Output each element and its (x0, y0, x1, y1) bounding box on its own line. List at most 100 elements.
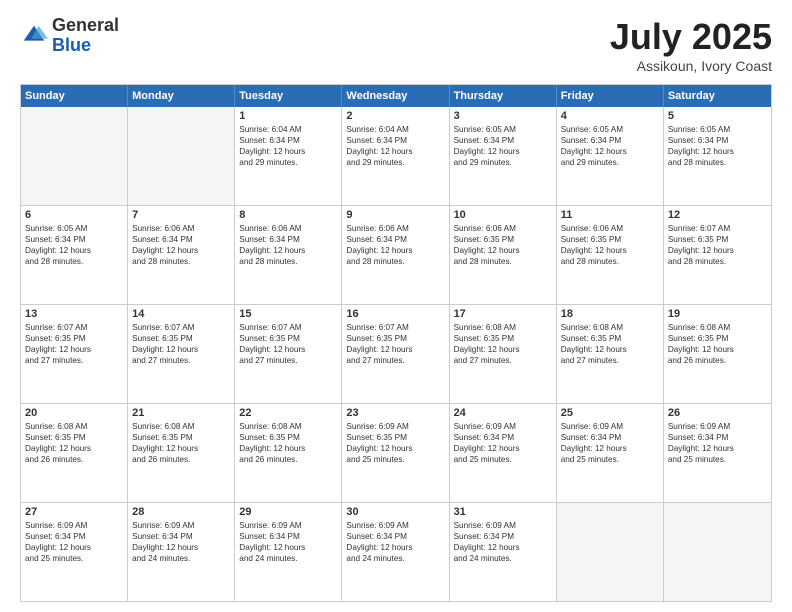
day-number: 27 (25, 506, 123, 518)
calendar-header-cell: Tuesday (235, 85, 342, 107)
day-info: Sunrise: 6:05 AM Sunset: 6:34 PM Dayligh… (668, 124, 767, 168)
calendar-day-cell: 12 Sunrise: 6:07 AM Sunset: 6:35 PM Dayli… (664, 206, 771, 304)
day-info: Sunrise: 6:06 AM Sunset: 6:34 PM Dayligh… (239, 223, 337, 267)
calendar-header-cell: Wednesday (342, 85, 449, 107)
calendar-week-row: 6 Sunrise: 6:05 AM Sunset: 6:34 PM Daylig… (21, 205, 771, 304)
day-info: Sunrise: 6:06 AM Sunset: 6:34 PM Dayligh… (132, 223, 230, 267)
header: General Blue July 2025 Assikoun, Ivory C… (20, 16, 772, 74)
calendar-header-cell: Saturday (664, 85, 771, 107)
day-number: 7 (132, 209, 230, 221)
calendar-day-cell: 28 Sunrise: 6:09 AM Sunset: 6:34 PM Dayli… (128, 503, 235, 601)
calendar-day-cell: 6 Sunrise: 6:05 AM Sunset: 6:34 PM Daylig… (21, 206, 128, 304)
calendar-day-cell: 31 Sunrise: 6:09 AM Sunset: 6:34 PM Dayli… (450, 503, 557, 601)
day-info: Sunrise: 6:06 AM Sunset: 6:35 PM Dayligh… (561, 223, 659, 267)
page: General Blue July 2025 Assikoun, Ivory C… (0, 0, 792, 612)
logo: General Blue (20, 16, 119, 56)
day-number: 16 (346, 308, 444, 320)
calendar-day-cell: 1 Sunrise: 6:04 AM Sunset: 6:34 PM Daylig… (235, 107, 342, 205)
day-info: Sunrise: 6:09 AM Sunset: 6:34 PM Dayligh… (132, 520, 230, 564)
day-number: 29 (239, 506, 337, 518)
calendar-day-cell: 13Sunrise: 6:07 AM Sunset: 6:35 PM Dayli… (21, 305, 128, 403)
calendar-day-cell (128, 107, 235, 205)
day-info: Sunrise: 6:06 AM Sunset: 6:34 PM Dayligh… (346, 223, 444, 267)
calendar-day-cell: 20Sunrise: 6:08 AM Sunset: 6:35 PM Dayli… (21, 404, 128, 502)
day-info: Sunrise: 6:04 AM Sunset: 6:34 PM Dayligh… (239, 124, 337, 168)
calendar-day-cell: 3 Sunrise: 6:05 AM Sunset: 6:34 PM Daylig… (450, 107, 557, 205)
calendar-day-cell: 25Sunrise: 6:09 AM Sunset: 6:34 PM Dayli… (557, 404, 664, 502)
calendar-day-cell: 30Sunrise: 6:09 AM Sunset: 6:34 PM Dayli… (342, 503, 449, 601)
calendar-day-cell: 23Sunrise: 6:09 AM Sunset: 6:35 PM Dayli… (342, 404, 449, 502)
calendar-day-cell: 8 Sunrise: 6:06 AM Sunset: 6:34 PM Daylig… (235, 206, 342, 304)
day-info: Sunrise: 6:08 AM Sunset: 6:35 PM Dayligh… (239, 421, 337, 465)
calendar-day-cell: 15 Sunrise: 6:07 AM Sunset: 6:35 PM Dayli… (235, 305, 342, 403)
calendar-week-row: 27 Sunrise: 6:09 AM Sunset: 6:34 PM Dayli… (21, 502, 771, 601)
calendar-day-cell: 27 Sunrise: 6:09 AM Sunset: 6:34 PM Dayli… (21, 503, 128, 601)
calendar-day-cell: 5 Sunrise: 6:05 AM Sunset: 6:34 PM Daylig… (664, 107, 771, 205)
calendar-day-cell: 9 Sunrise: 6:06 AM Sunset: 6:34 PM Daylig… (342, 206, 449, 304)
day-number: 8 (239, 209, 337, 221)
day-number: 22 (239, 407, 337, 419)
day-number: 11 (561, 209, 659, 221)
calendar-day-cell: 14 Sunrise: 6:07 AM Sunset: 6:35 PM Dayli… (128, 305, 235, 403)
calendar-day-cell: 22 Sunrise: 6:08 AM Sunset: 6:35 PM Dayli… (235, 404, 342, 502)
calendar-day-cell (21, 107, 128, 205)
day-number: 15 (239, 308, 337, 320)
calendar-header: SundayMondayTuesdayWednesdayThursdayFrid… (21, 85, 771, 107)
logo-icon (20, 22, 48, 50)
calendar-day-cell (557, 503, 664, 601)
calendar-week-row: 1 Sunrise: 6:04 AM Sunset: 6:34 PM Daylig… (21, 107, 771, 205)
day-number: 12 (668, 209, 767, 221)
calendar-week-row: 20Sunrise: 6:08 AM Sunset: 6:35 PM Dayli… (21, 403, 771, 502)
calendar-day-cell: 29 Sunrise: 6:09 AM Sunset: 6:34 PM Dayli… (235, 503, 342, 601)
calendar-header-cell: Thursday (450, 85, 557, 107)
calendar-day-cell: 7 Sunrise: 6:06 AM Sunset: 6:34 PM Daylig… (128, 206, 235, 304)
logo-text: General Blue (52, 16, 119, 56)
day-info: Sunrise: 6:07 AM Sunset: 6:35 PM Dayligh… (239, 322, 337, 366)
day-number: 31 (454, 506, 552, 518)
day-number: 1 (239, 110, 337, 122)
day-info: Sunrise: 6:09 AM Sunset: 6:34 PM Dayligh… (561, 421, 659, 465)
day-info: Sunrise: 6:07 AM Sunset: 6:35 PM Dayligh… (132, 322, 230, 366)
day-number: 3 (454, 110, 552, 122)
day-number: 13 (25, 308, 123, 320)
day-number: 9 (346, 209, 444, 221)
logo-blue: Blue (52, 36, 119, 56)
title-location: Assikoun, Ivory Coast (610, 58, 772, 74)
logo-general: General (52, 16, 119, 36)
day-info: Sunrise: 6:08 AM Sunset: 6:35 PM Dayligh… (668, 322, 767, 366)
day-number: 6 (25, 209, 123, 221)
calendar-day-cell: 4Sunrise: 6:05 AM Sunset: 6:34 PM Daylig… (557, 107, 664, 205)
calendar-day-cell: 18 Sunrise: 6:08 AM Sunset: 6:35 PM Dayli… (557, 305, 664, 403)
day-number: 18 (561, 308, 659, 320)
calendar-header-cell: Monday (128, 85, 235, 107)
calendar-day-cell: 24Sunrise: 6:09 AM Sunset: 6:34 PM Dayli… (450, 404, 557, 502)
day-number: 17 (454, 308, 552, 320)
day-number: 10 (454, 209, 552, 221)
day-info: Sunrise: 6:05 AM Sunset: 6:34 PM Dayligh… (454, 124, 552, 168)
day-number: 28 (132, 506, 230, 518)
day-number: 5 (668, 110, 767, 122)
calendar-day-cell: 16Sunrise: 6:07 AM Sunset: 6:35 PM Dayli… (342, 305, 449, 403)
day-number: 4 (561, 110, 659, 122)
title-month: July 2025 (610, 16, 772, 58)
day-info: Sunrise: 6:09 AM Sunset: 6:34 PM Dayligh… (346, 520, 444, 564)
calendar-week-row: 13 Sunrise: 6:07 AM Sunset: 6:35 PM Dayli… (21, 304, 771, 403)
day-info: Sunrise: 6:09 AM Sunset: 6:34 PM Dayligh… (239, 520, 337, 564)
title-block: July 2025 Assikoun, Ivory Coast (610, 16, 772, 74)
day-info: Sunrise: 6:05 AM Sunset: 6:34 PM Dayligh… (25, 223, 123, 267)
calendar-day-cell: 26 Sunrise: 6:09 AM Sunset: 6:34 PM Dayli… (664, 404, 771, 502)
day-info: Sunrise: 6:09 AM Sunset: 6:34 PM Dayligh… (454, 421, 552, 465)
day-info: Sunrise: 6:09 AM Sunset: 6:34 PM Dayligh… (25, 520, 123, 564)
day-number: 26 (668, 407, 767, 419)
day-info: Sunrise: 6:07 AM Sunset: 6:35 PM Dayligh… (668, 223, 767, 267)
day-info: Sunrise: 6:08 AM Sunset: 6:35 PM Dayligh… (132, 421, 230, 465)
day-info: Sunrise: 6:09 AM Sunset: 6:34 PM Dayligh… (454, 520, 552, 564)
day-info: Sunrise: 6:08 AM Sunset: 6:35 PM Dayligh… (25, 421, 123, 465)
day-info: Sunrise: 6:08 AM Sunset: 6:35 PM Dayligh… (561, 322, 659, 366)
calendar-day-cell: 2Sunrise: 6:04 AM Sunset: 6:34 PM Daylig… (342, 107, 449, 205)
day-number: 21 (132, 407, 230, 419)
day-number: 14 (132, 308, 230, 320)
calendar-day-cell: 17Sunrise: 6:08 AM Sunset: 6:35 PM Dayli… (450, 305, 557, 403)
calendar-day-cell: 11 Sunrise: 6:06 AM Sunset: 6:35 PM Dayli… (557, 206, 664, 304)
day-info: Sunrise: 6:09 AM Sunset: 6:34 PM Dayligh… (668, 421, 767, 465)
